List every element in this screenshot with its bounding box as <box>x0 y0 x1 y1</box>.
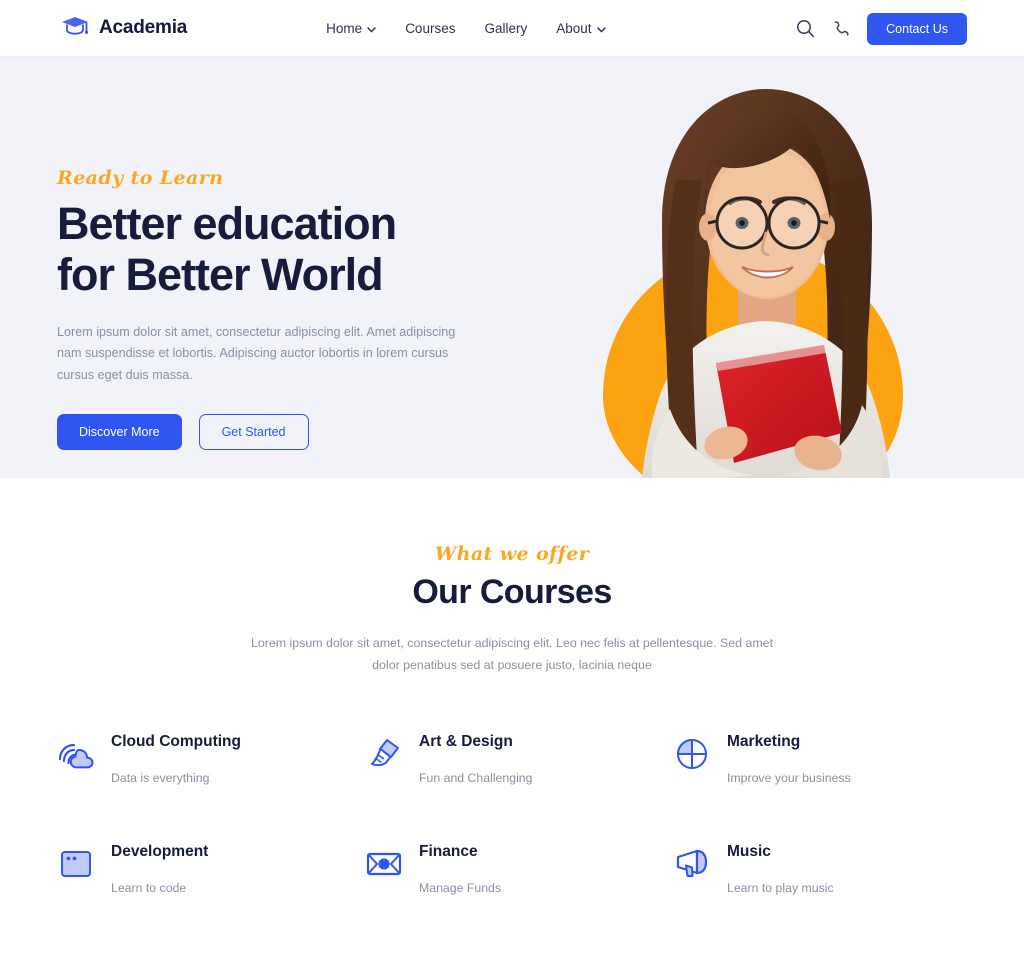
course-card-art-design[interactable]: Art & Design Fun and Challenging <box>365 733 659 785</box>
hero-copy: Ready to Learn Better education for Bett… <box>57 167 487 450</box>
brand-name: Academia <box>99 17 188 38</box>
main-navigation: Home Courses Gallery About <box>326 20 606 36</box>
chevron-down-icon <box>367 21 376 36</box>
brand-logo[interactable]: Academia <box>60 14 187 43</box>
nav-label: Gallery <box>484 20 528 36</box>
paintbrush-icon <box>365 735 403 773</box>
courses-description: Lorem ipsum dolor sit amet, consectetur … <box>250 636 774 673</box>
course-title: Development <box>111 843 209 861</box>
courses-eyebrow: What we offer <box>434 543 590 565</box>
course-card-finance[interactable]: Finance Manage Funds <box>365 843 659 895</box>
nav-item-about[interactable]: About <box>556 20 606 36</box>
graduation-cap-icon <box>60 14 90 43</box>
hero-visual <box>560 57 1024 478</box>
course-title: Marketing <box>727 733 801 751</box>
courses-title: Our Courses <box>412 573 612 611</box>
megaphone-icon <box>673 845 711 883</box>
search-icon[interactable] <box>796 19 815 38</box>
site-header: Academia Home Courses Gallery About Cont… <box>0 0 1024 57</box>
nav-item-courses[interactable]: Courses <box>405 21 455 36</box>
course-subtitle: Fun and Challenging <box>419 771 533 786</box>
chevron-down-icon <box>596 21 606 36</box>
nav-label: About <box>556 20 592 36</box>
get-started-button[interactable]: Get Started <box>198 413 309 450</box>
contact-us-button[interactable]: Contact Us <box>867 12 967 45</box>
nav-item-gallery[interactable]: Gallery <box>484 21 527 36</box>
header-actions: Contact Us <box>796 0 967 57</box>
hero-paragraph: Lorem ipsum dolor sit amet, consectetur … <box>57 324 456 382</box>
course-card-cloud-computing[interactable]: Cloud Computing Data is everything <box>57 733 351 785</box>
nav-label: Courses <box>405 20 456 36</box>
course-card-music[interactable]: Music Learn to play music <box>673 843 967 895</box>
course-title: Finance <box>419 843 478 861</box>
cloud-icon <box>57 735 95 773</box>
courses-section: What we offer Our Courses Lorem ipsum do… <box>0 478 1024 896</box>
course-title: Cloud Computing <box>111 733 241 751</box>
browser-window-icon <box>57 845 95 883</box>
hero-title-line1: Better education <box>57 198 397 249</box>
hero-title-line2: for Better World <box>57 249 384 301</box>
course-subtitle: Manage Funds <box>419 881 502 896</box>
phone-icon[interactable] <box>832 20 850 38</box>
course-subtitle: Data is everything <box>111 771 210 786</box>
courses-grid: Cloud Computing Data is everything Art &… <box>0 733 1024 895</box>
course-title: Music <box>727 843 771 861</box>
course-subtitle: Improve your business <box>727 771 851 786</box>
banknote-icon <box>365 845 403 883</box>
course-card-development[interactable]: Development Learn to code <box>57 843 351 895</box>
nav-label: Home <box>326 20 363 36</box>
course-subtitle: Learn to code <box>111 881 187 896</box>
hero-section: Ready to Learn Better education for Bett… <box>0 57 1024 478</box>
pie-chart-icon <box>673 735 711 773</box>
student-photo <box>642 89 890 478</box>
hero-title: Better education for Better World <box>57 198 487 301</box>
course-card-marketing[interactable]: Marketing Improve your business <box>673 733 967 785</box>
course-title: Art & Design <box>419 733 513 751</box>
nav-item-home[interactable]: Home <box>326 21 376 36</box>
hero-actions: Discover More Get Started <box>57 413 487 450</box>
course-subtitle: Learn to play music <box>727 881 834 896</box>
hero-eyebrow: Ready to Learn <box>57 167 224 189</box>
discover-more-button[interactable]: Discover More <box>57 413 182 450</box>
